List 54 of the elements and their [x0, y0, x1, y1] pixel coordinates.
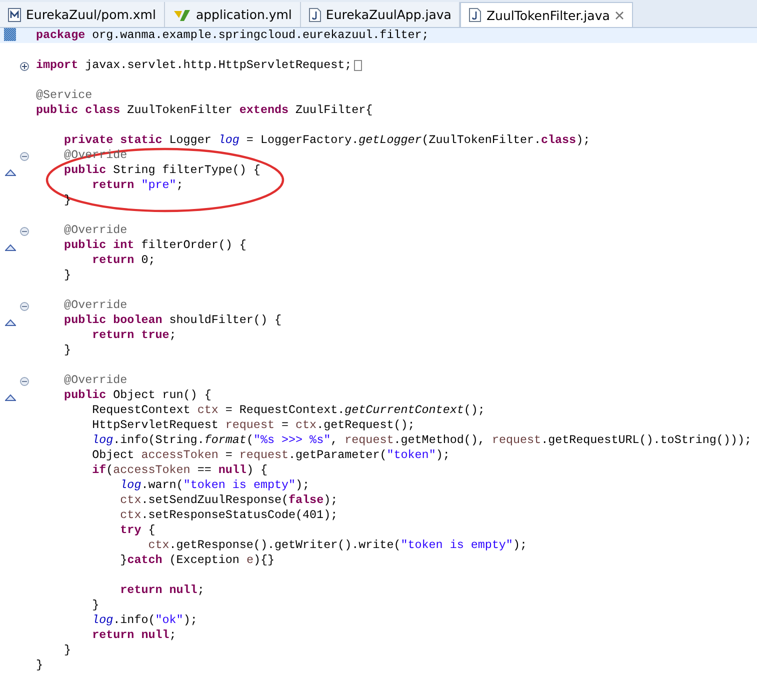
code-line: }catch (Exception e){}	[119, 553, 274, 568]
code-line: @Override	[63, 373, 128, 388]
collapse-icon[interactable]	[20, 152, 29, 161]
code-line: ctx.setSendZuulResponse(false);	[119, 493, 338, 508]
code-line: @Service	[36, 88, 92, 103]
java-file-icon	[469, 8, 482, 22]
code-line: package org.wanma.example.springcloud.eurekazuul.filter;	[36, 28, 429, 43]
close-icon[interactable]	[614, 10, 624, 20]
editor-tab[interactable]: ZuulTokenFilter.java	[460, 2, 633, 27]
code-line: }	[63, 343, 72, 358]
code-line: }	[36, 658, 44, 673]
code-line: ctx.getResponse().getWriter().write("token is empty");	[147, 538, 527, 553]
code-line: log.info(String.format("%s >>> %s", request.getMethod(), request.getRequestURL().toString()));	[91, 433, 752, 448]
code-line: return null;	[119, 583, 204, 598]
code-line: public boolean shouldFilter() {	[63, 313, 282, 328]
code-line: try {	[119, 523, 156, 538]
collapse-icon[interactable]	[20, 302, 29, 311]
code-line: }	[91, 598, 100, 613]
code-line: Object accessToken = request.getParameter("token");	[91, 448, 450, 463]
collapse-icon[interactable]	[20, 377, 29, 386]
code-line: return 0;	[91, 253, 156, 268]
editor-tab[interactable]: EurekaZuulApp.java	[300, 2, 460, 27]
override-triangle-icon[interactable]	[4, 394, 16, 401]
code-line: @Override	[63, 298, 128, 313]
code-line: RequestContext ctx = RequestContext.getCurrentContext();	[91, 403, 485, 418]
override-triangle-icon[interactable]	[4, 319, 16, 326]
code-line: HttpServletRequest request = ctx.getRequest();	[91, 418, 415, 433]
code-line: public class ZuulTokenFilter extends ZuulFilter{	[36, 103, 373, 118]
yaml-file-icon	[172, 8, 191, 22]
folded-code-icon[interactable]	[354, 60, 362, 71]
code-line: public Object run() {	[63, 388, 212, 403]
code-line: public String filterType() {	[63, 163, 260, 178]
code-line: log.warn("token is empty");	[119, 478, 310, 493]
expand-icon[interactable]	[20, 62, 29, 71]
code-line: }	[63, 268, 72, 283]
code-line: ctx.setResponseStatusCode(401);	[119, 508, 338, 523]
code-line: if(accessToken == null) {	[91, 463, 268, 478]
code-line: return true;	[91, 328, 176, 343]
code-line: }	[63, 643, 72, 658]
code-line: public int filterOrder() {	[63, 238, 246, 253]
override-triangle-icon[interactable]	[4, 169, 16, 176]
code-line: @Override	[63, 223, 128, 238]
code-line: private static Logger log = LoggerFactory.getLogger(ZuulTokenFilter.class);	[63, 133, 590, 148]
code-line: return null;	[91, 628, 176, 643]
override-triangle-icon[interactable]	[4, 244, 16, 251]
maven-file-icon	[8, 8, 21, 22]
editor-tab[interactable]: EurekaZuul/pom.xml	[0, 2, 165, 27]
editor-tab[interactable]: application.yml	[164, 2, 301, 27]
checkered-marker-icon	[4, 28, 16, 41]
collapse-icon[interactable]	[20, 227, 29, 236]
code-line: import javax.servlet.http.HttpServletRequest;	[36, 58, 352, 73]
code-line: log.info("ok");	[91, 613, 198, 628]
code-line: return "pre";	[91, 178, 184, 193]
java-file-icon	[308, 8, 321, 22]
